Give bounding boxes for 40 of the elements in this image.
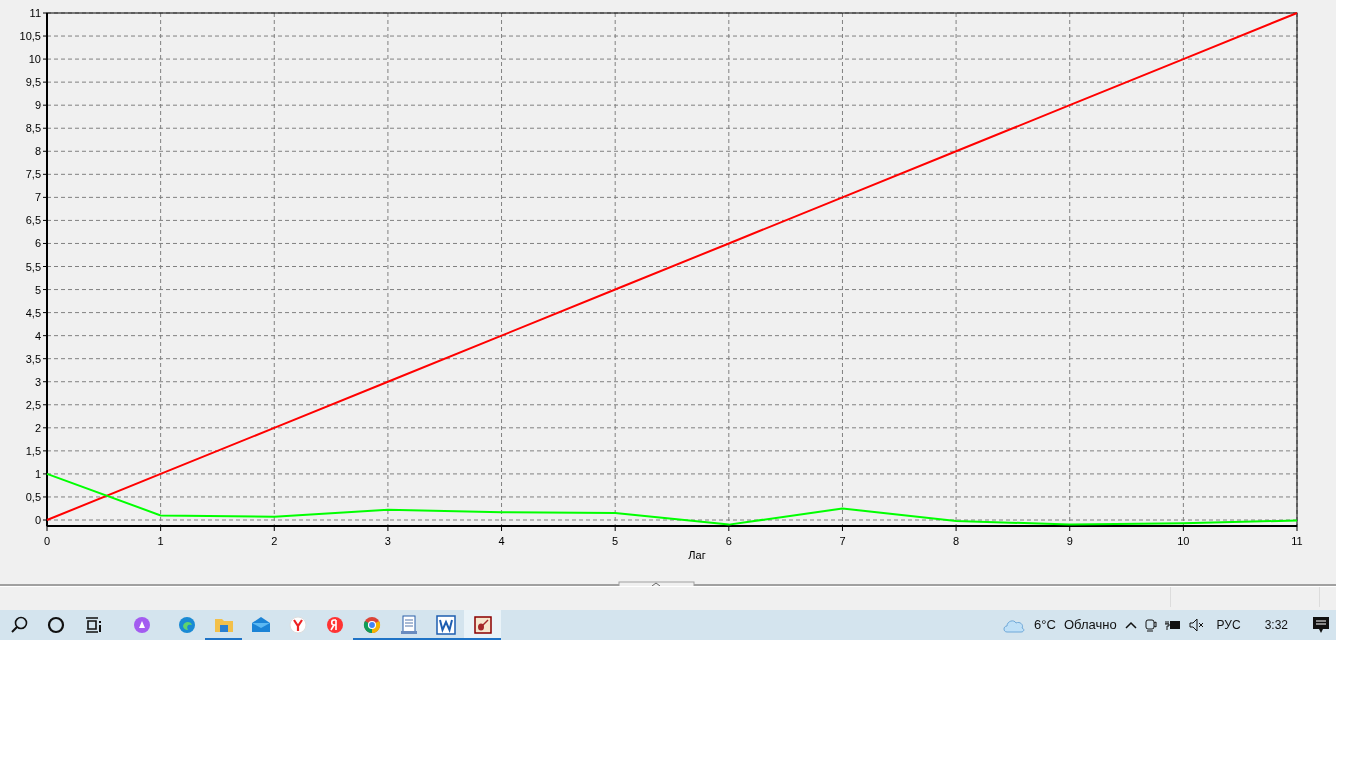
language-indicator[interactable]: РУС [1216, 616, 1241, 634]
y-tick-label: 6,5 [25, 214, 41, 227]
y-tick-label: 7 [34, 191, 41, 204]
x-tick-label: 9 [1066, 535, 1073, 547]
y-tick-label: 4 [34, 329, 41, 342]
x-tick-label: 10 [1177, 535, 1190, 547]
y-tick-label: 5 [34, 283, 41, 296]
y-tick-label: 2,5 [25, 398, 41, 411]
y-tick-label: 2 [34, 421, 41, 434]
y-tick-label: 11 [29, 7, 41, 19]
x-tick-label: 3 [384, 535, 391, 547]
x-axis-label: Лаг [688, 549, 706, 561]
x-tick-label: 7 [839, 535, 846, 547]
x-tick-label: 1 [157, 535, 164, 547]
x-tick-label: 2 [271, 535, 278, 547]
y-tick-label: 9 [34, 99, 41, 112]
clock[interactable]: 3:32 [1264, 616, 1288, 634]
x-tick-label: 5 [612, 535, 619, 547]
y-tick-label: 7,5 [25, 168, 41, 181]
y-tick-label: 8,5 [25, 122, 41, 135]
y-tick-label: 8 [34, 145, 41, 158]
x-tick-label: 6 [725, 535, 732, 547]
x-tick-label: 8 [953, 535, 960, 547]
x-tick-label: 0 [43, 535, 51, 547]
x-tick-label: 11 [1291, 535, 1303, 547]
x-tick-label: 4 [498, 535, 505, 547]
y-tick-label: 6 [34, 237, 41, 250]
y-tick-label: 1,5 [25, 444, 41, 457]
y-tick-label: 0 [34, 514, 41, 526]
y-tick-label: 3,5 [25, 352, 41, 365]
y-tick-label: 4,5 [25, 306, 41, 319]
y-tick-label: 5,5 [25, 260, 41, 273]
y-tick-label: 10,5 [19, 30, 41, 43]
y-tick-label: 3 [34, 375, 41, 388]
y-tick-label: 1 [34, 467, 41, 480]
y-tick-label: 9,5 [25, 76, 41, 89]
weather-text: Облачно [1063, 616, 1117, 635]
temperature-text: 6°C [1034, 616, 1056, 635]
y-tick-label: 10 [28, 53, 41, 66]
y-tick-label: 0,5 [25, 490, 41, 503]
